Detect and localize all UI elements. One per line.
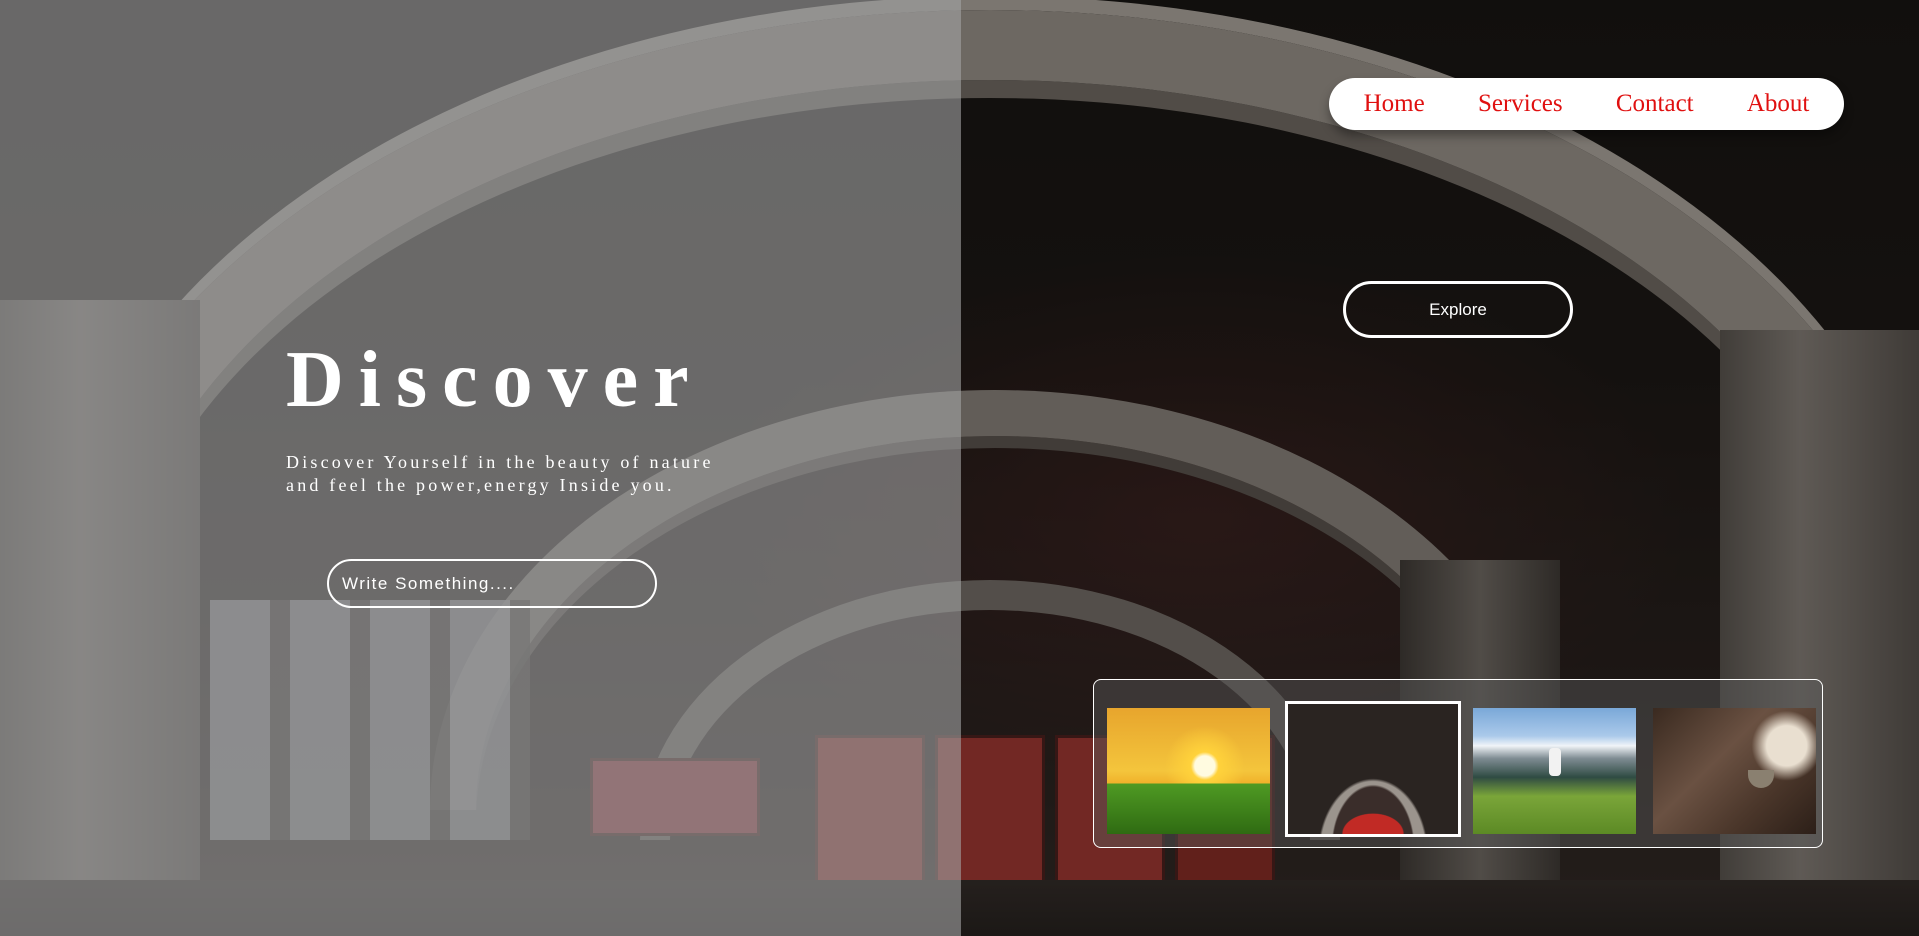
person-figure — [1549, 748, 1561, 776]
hero-subtitle: Discover Yourself in the beauty of natur… — [286, 451, 806, 497]
nav-link-services[interactable]: Services — [1478, 90, 1563, 118]
thumbnail-mountain-meadow[interactable] — [1473, 708, 1636, 834]
nav-link-contact[interactable]: Contact — [1616, 90, 1694, 118]
thumbnail-sunset-field[interactable] — [1107, 708, 1270, 834]
thumbnail-scales[interactable] — [1653, 708, 1816, 834]
nav-link-home[interactable]: Home — [1364, 90, 1425, 118]
write-something-input[interactable] — [327, 559, 657, 608]
thumbnail-gallery — [1093, 679, 1823, 848]
main-nav: Home Services Contact About — [1329, 78, 1844, 130]
thumbnail-arch-hall[interactable] — [1285, 701, 1461, 837]
nav-link-about[interactable]: About — [1747, 90, 1810, 118]
explore-button[interactable]: Explore — [1343, 281, 1573, 338]
hero-subtitle-line-2: and feel the power,energy Inside you. — [286, 475, 675, 495]
scale-pan — [1748, 770, 1774, 788]
hero-title: Discover — [286, 336, 704, 424]
hero-subtitle-line-1: Discover Yourself in the beauty of natur… — [286, 452, 714, 472]
